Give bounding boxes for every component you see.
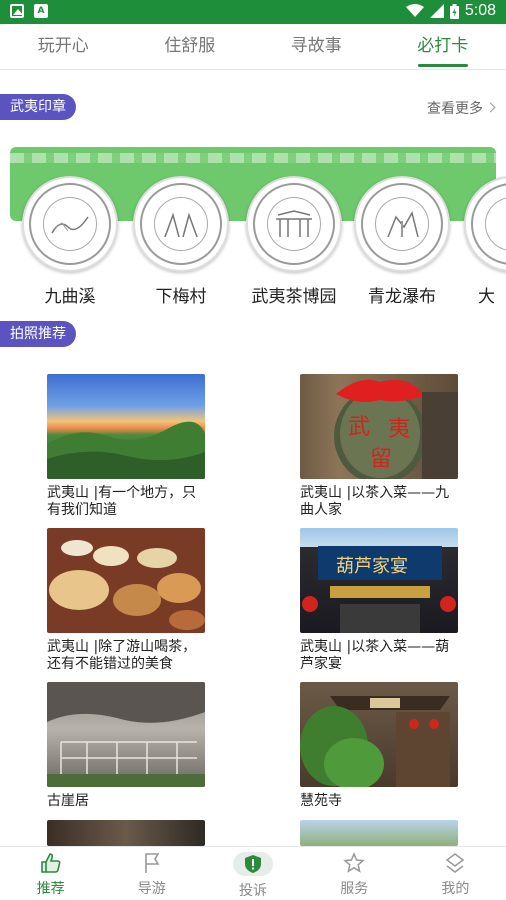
photo-thumbnail	[47, 374, 205, 479]
nav-recommend[interactable]: 推荐	[0, 847, 101, 900]
stamps-section-title: 武夷印章	[0, 94, 76, 120]
stamp-item[interactable]: 青龙瀑布	[352, 176, 452, 306]
stamp-seal-icon	[22, 176, 118, 272]
stamp-seal-icon	[246, 176, 342, 272]
photo-thumbnail	[300, 682, 458, 787]
photo-thumbnail	[300, 820, 458, 846]
see-more-label: 查看更多	[427, 101, 483, 117]
photo-thumbnail: 武夷留	[300, 374, 458, 479]
tab-stay[interactable]: 住舒服	[127, 24, 254, 69]
photo-card[interactable]: 武夷山 |除了游山喝茶，还有不能错过的美食	[47, 528, 205, 673]
stamp-name: 大	[478, 287, 495, 306]
svg-text:葫芦家宴: 葫芦家宴	[336, 555, 408, 577]
thumbs-up-icon	[38, 852, 64, 874]
stamp-name: 九曲溪	[44, 287, 96, 306]
stamp-seal-icon	[133, 176, 229, 272]
stamp-item[interactable]: 下梅村	[131, 176, 231, 306]
battery-icon	[449, 3, 459, 19]
stamp-item[interactable]: 大	[462, 176, 506, 306]
shield-alert-icon	[233, 852, 273, 876]
tab-stories[interactable]: 寻故事	[253, 24, 380, 69]
photo-thumbnail	[47, 820, 205, 846]
status-bar: A 5:08	[0, 0, 506, 24]
photo-card[interactable]: 武夷山 |有一个地方，只有我们知道	[47, 374, 205, 519]
clock: 5:08	[464, 2, 496, 19]
stamp-seal-icon	[354, 176, 450, 272]
photo-thumbnail: 葫芦家宴	[300, 528, 458, 633]
nav-label: 我的	[441, 881, 470, 897]
photo-thumbnail	[47, 682, 205, 787]
flag-icon	[139, 852, 165, 874]
user-icon	[442, 852, 468, 874]
photo-notification-icon	[10, 4, 24, 18]
app-notification-icon: A	[34, 4, 48, 18]
tab-must-visit[interactable]: 必打卡	[380, 24, 506, 69]
nav-guide[interactable]: 导游	[101, 847, 202, 900]
tab-play[interactable]: 玩开心	[0, 24, 127, 69]
photo-card[interactable]: 古崖居	[47, 682, 205, 810]
photo-caption: 武夷山 |以茶入菜——九曲人家	[300, 485, 450, 518]
svg-text:武: 武	[348, 415, 370, 440]
top-tabs: 玩开心 住舒服 寻故事 必打卡	[0, 24, 506, 70]
photo-caption: 武夷山 |以茶入菜——葫芦家宴	[300, 639, 450, 672]
stamp-name: 下梅村	[155, 287, 207, 306]
photo-card[interactable]: 武夷留 武夷山 |以茶入菜——九曲人家	[300, 374, 458, 519]
photo-caption: 武夷山 |除了游山喝茶，还有不能错过的美食	[47, 639, 197, 672]
photo-card[interactable]: 葫芦家宴 武夷山 |以茶入菜——葫芦家宴	[300, 528, 458, 673]
star-icon	[341, 852, 367, 874]
photo-card[interactable]	[300, 820, 458, 846]
nav-label: 导游	[137, 881, 166, 897]
nav-label: 推荐	[36, 881, 65, 897]
photo-caption: 古崖居	[47, 793, 89, 809]
photo-card[interactable]: 慧苑寺	[300, 682, 458, 810]
nav-service[interactable]: 服务	[304, 847, 405, 900]
photo-thumbnail	[47, 528, 205, 633]
signal-icon	[429, 4, 444, 18]
svg-text:夷: 夷	[388, 417, 410, 442]
stamp-item[interactable]: 武夷茶博园	[242, 176, 346, 306]
stamp-item[interactable]: 九曲溪	[20, 176, 120, 306]
stamp-name: 青龙瀑布	[368, 287, 436, 306]
chevron-right-icon	[485, 102, 496, 113]
nav-label: 投诉	[239, 883, 267, 899]
photo-caption: 武夷山 |有一个地方，只有我们知道	[47, 485, 197, 518]
photo-section-title: 拍照推荐	[0, 321, 76, 347]
photo-card[interactable]	[47, 820, 205, 846]
stamp-name: 武夷茶博园	[251, 287, 337, 306]
stamp-carousel[interactable]: 九曲溪 下梅村 武夷茶博园 青龙瀑布 大	[0, 176, 506, 306]
see-more-link[interactable]: 查看更多	[427, 98, 496, 118]
stamp-seal-icon	[464, 176, 506, 272]
nav-complaint[interactable]: 投诉	[202, 847, 303, 900]
wifi-icon	[405, 4, 424, 17]
nav-mine[interactable]: 我的	[405, 847, 506, 900]
bottom-nav: 推荐 导游 投诉 服务 我的	[0, 846, 506, 900]
svg-text:留: 留	[370, 447, 392, 472]
nav-label: 服务	[340, 881, 369, 897]
photo-caption: 慧苑寺	[300, 793, 342, 809]
